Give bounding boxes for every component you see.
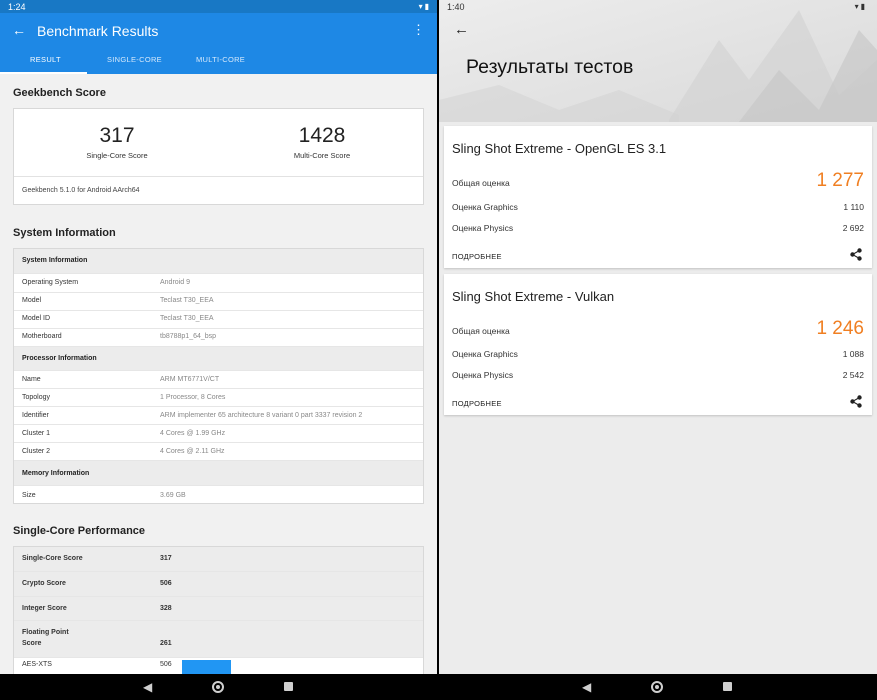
nav-home-icon[interactable] — [651, 681, 663, 693]
multi-core-score-value: 1428 — [298, 124, 346, 147]
details-link[interactable]: ПОДРОБНЕЕ — [452, 252, 502, 261]
nav-recents-icon[interactable] — [284, 682, 293, 691]
share-icon[interactable] — [850, 395, 862, 408]
system-information-heading: System Information — [13, 227, 116, 239]
single-core-table: Single-Core Score 317 Crypto Score 506 Int… — [13, 546, 424, 687]
physics-score-value: 2 692 — [842, 223, 864, 233]
single-core-score: 317 Single-Core Score — [17, 124, 217, 160]
physics-score-row: Оценка Physics 2 692 — [452, 223, 864, 233]
graphics-label: Оценка Graphics — [452, 349, 518, 359]
table-row: Topology 1 Processor, 8 Cores — [14, 388, 423, 406]
app-bar: ← Benchmark Results ⋮ — [0, 13, 437, 49]
single-core-performance-heading: Single-Core Performance — [13, 525, 146, 537]
overall-score-row: Общая оценка 1 246 — [452, 318, 864, 339]
system-info-table: System Information Operating System Andro… — [13, 248, 424, 504]
overall-score-row: Общая оценка 1 277 — [452, 170, 864, 191]
physics-score-row: Оценка Physics 2 542 — [452, 370, 864, 380]
benchmark-name: Sling Shot Extreme - Vulkan — [452, 289, 615, 304]
geekbench-score-heading: Geekbench Score — [13, 87, 106, 99]
nav-home-icon[interactable] — [212, 681, 224, 693]
table-row: Name ARM MT6771V/CT — [14, 370, 423, 388]
share-icon[interactable] — [850, 248, 862, 261]
table-row: Single-Core Score 317 — [14, 547, 423, 571]
table-row: Crypto Score 506 — [14, 571, 423, 596]
table-row: Cluster 14 Cores @ 1.99 GHz — [14, 424, 423, 442]
table-row: Floating Point Score 261 — [14, 620, 423, 657]
details-link[interactable]: ПОДРОБНЕЕ — [452, 399, 502, 408]
score-card: 317 Single-Core Score 1428 Multi-Core Sc… — [13, 108, 424, 205]
status-time: 1:24 — [8, 2, 26, 12]
tab-result[interactable]: RESULT — [30, 55, 61, 64]
benchmark-card: Sling Shot Extreme - OpenGL ES 3.1 Общая… — [444, 126, 872, 268]
nav-back-icon[interactable]: ◀ — [582, 680, 591, 694]
single-core-score-label: Single-Core Score — [86, 151, 148, 160]
overall-label: Общая оценка — [452, 178, 510, 188]
back-arrow-icon[interactable]: ← — [454, 21, 469, 38]
back-arrow-icon[interactable]: ← — [12, 21, 26, 39]
divider — [14, 176, 423, 177]
graphics-score-row: Оценка Graphics 1 110 — [452, 202, 864, 212]
table-row: Model Teclast T30_EEA — [14, 292, 423, 310]
graphics-score-value: 1 110 — [843, 202, 864, 212]
table-row: Size 3.69 GB — [14, 485, 423, 505]
page-title: Результаты тестов — [466, 56, 634, 78]
physics-label: Оценка Physics — [452, 223, 514, 233]
graphics-label: Оценка Graphics — [452, 202, 518, 212]
status-time: 1:40 — [447, 2, 465, 12]
navigation-bar: ◀ — [0, 674, 437, 700]
physics-label: Оценка Physics — [452, 370, 514, 380]
page-title: Benchmark Results — [37, 23, 159, 39]
table-row: Operating System Android 9 — [14, 273, 423, 292]
tab-indicator — [0, 72, 87, 74]
benchmark-name: Sling Shot Extreme - OpenGL ES 3.1 — [452, 141, 667, 156]
more-vert-icon[interactable]: ⋮ — [412, 21, 425, 39]
geekbench-pane: 1:24 ▾▮ ← Benchmark Results ⋮ RESULT SIN… — [0, 0, 437, 700]
physics-score-value: 2 542 — [842, 370, 864, 380]
status-bar: 1:40 ▾▮ — [439, 0, 877, 13]
single-core-score-value: 317 — [99, 124, 135, 147]
overall-label: Общая оценка — [452, 326, 510, 336]
table-row: Model ID Teclast T30_EEA — [14, 310, 423, 328]
navigation-bar: ◀ — [439, 674, 877, 700]
multi-core-score: 1428 Multi-Core Score — [222, 124, 422, 160]
table-row: Motherboard tb8788p1_64_bsp — [14, 328, 423, 346]
table-section-header: System Information — [14, 249, 423, 273]
overall-score-value: 1 277 — [816, 170, 864, 191]
battery-icon: ▮ — [424, 2, 431, 11]
geekbench-version: Geekbench 5.1.0 for Android AArch64 — [22, 187, 140, 194]
tab-multi-core[interactable]: MULTI-CORE — [196, 55, 245, 64]
nav-recents-icon[interactable] — [723, 682, 732, 691]
benchmark-card: Sling Shot Extreme - Vulkan Общая оценка… — [444, 274, 872, 415]
table-row: Cluster 24 Cores @ 2.11 GHz — [14, 442, 423, 460]
nav-back-icon[interactable]: ◀ — [143, 680, 152, 694]
3dmark-pane: 1:40 ▾▮ ← Результаты тестов Sling Shot E… — [439, 0, 877, 700]
table-section-header: Memory Information — [14, 460, 423, 485]
battery-icon: ▮ — [860, 2, 867, 11]
overall-score-value: 1 246 — [816, 318, 864, 339]
graphics-score-value: 1 088 — [842, 349, 864, 359]
multi-core-score-label: Multi-Core Score — [293, 151, 351, 160]
table-row: Identifier ARM implementer 65 architectur… — [14, 406, 423, 424]
tab-single-core[interactable]: SINGLE-CORE — [107, 55, 162, 64]
tab-bar: RESULT SINGLE-CORE MULTI-CORE — [0, 49, 437, 74]
table-row: Integer Score 328 — [14, 596, 423, 620]
table-section-header: Processor Information — [14, 346, 423, 370]
status-bar: 1:24 ▾▮ — [0, 0, 437, 13]
hero-banner: 1:40 ▾▮ ← Результаты тестов — [439, 0, 877, 122]
graphics-score-row: Оценка Graphics 1 088 — [452, 349, 864, 359]
